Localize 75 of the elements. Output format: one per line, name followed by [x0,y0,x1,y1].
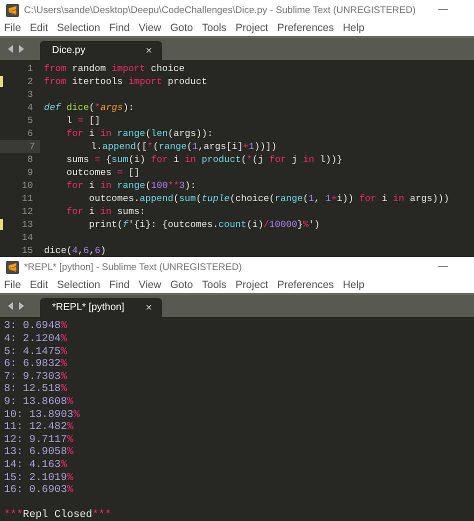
menu-item[interactable]: Selection [57,22,100,34]
code-line: outcomes = [] [66,167,140,178]
file-tab[interactable]: *REPL* [python] × [40,298,162,318]
output-line: 11: 12.482% [4,421,74,434]
code-line: l.append([*(range(1,args[i]+1))]) [90,141,277,152]
output-line: 13: 6.9058% [4,446,74,458]
menu-item[interactable]: View [138,279,162,292]
code-line: for i in sums: [66,206,146,217]
navigation-arrows-icon[interactable] [8,45,24,53]
line-number: 8 [27,154,33,165]
line-number: 4 [27,102,33,113]
app-logo-icon [6,260,19,274]
line-number: 12 [22,206,33,217]
code-line: sums = {sum(i) for i in product(*(j for j in l))} [66,154,342,165]
code-line: l = [] [66,115,100,126]
menu-item[interactable]: Goto [170,22,193,34]
window-title: C:\Users\sande\Desktop\Deepu\CodeChallenges\Dice.py - Sublime Text (UNREGISTERED) [24,4,417,16]
menu-item[interactable]: Tools [202,279,227,292]
minimize-icon[interactable] [438,9,448,11]
menu-item[interactable]: Help [342,279,364,292]
line-number: 2 [27,76,33,87]
menu-item[interactable]: Edit [30,279,48,292]
line-number: 7 [29,141,35,152]
menu-item[interactable]: Preferences [277,279,334,292]
menu-item[interactable]: Tools [202,22,227,34]
line-number: 14 [22,232,33,243]
close-tab-button[interactable]: × [146,302,152,314]
line-number: 15 [22,245,33,256]
minimize-icon[interactable] [438,266,448,268]
output-line: 14: 4.163% [4,458,68,471]
menu-item[interactable]: Goto [170,279,193,292]
line-number: 11 [22,193,33,204]
line-number: 5 [27,115,33,126]
menu-item[interactable]: File [4,22,21,34]
code-line: from itertools import product [44,76,208,87]
menu-item[interactable]: Edit [30,22,48,34]
line-number: 9 [27,167,33,178]
code-line: for i in range(len(args)): [66,128,213,139]
output-line: 12: 9.7117% [4,434,74,446]
line-number: 6 [27,128,33,139]
menu-item[interactable]: View [138,22,162,34]
menu-item[interactable]: Project [236,22,268,34]
line-number: 3 [27,89,33,100]
output-line: 15: 2.1019% [4,472,74,484]
menu-item[interactable]: Find [109,22,130,34]
file-tab[interactable]: Dice.py × [40,41,162,60]
window-title: *REPL* [python] - Sublime Text (UNREGISTERED) [24,262,243,273]
output-line: 5: 4.1475% [4,346,68,358]
code-line: for i in range(100**3): [66,180,196,191]
menu-item[interactable]: File [4,279,21,292]
code-line: print(f'{i}: {outcomes.count(i)/10000}%') [88,219,320,230]
repl-closed-message: ***Repl Closed*** [4,508,112,521]
output-line: 7: 9.7303% [4,370,68,383]
menu-item[interactable]: Find [109,279,130,292]
menu-item[interactable]: Project [236,279,268,292]
line-number: 13 [22,219,33,230]
menu-item[interactable]: Help [342,22,364,34]
output-line: 10: 13.8903% [4,408,80,421]
line-number: 1 [27,63,33,74]
app-logo-icon [6,4,19,16]
output-line: 4: 2.1204% [4,332,68,345]
code-line: def dice(*args): [44,102,134,113]
code-line: dice(4,6,6) [44,245,106,256]
code-line: outcomes.append(sum(tuple(choice(range(1, 1+i)) for i in args))) [88,193,450,204]
output-line: 9: 13.8608% [4,396,74,408]
menu-item[interactable]: Selection [57,279,100,292]
navigation-arrows-icon[interactable] [8,302,24,310]
menu-item[interactable]: Preferences [277,22,334,34]
output-line: 8: 12.518% [4,383,68,396]
line-number: 10 [22,180,33,191]
output-line: 16: 0.6903% [4,484,74,496]
code-line: from random import choice [44,63,185,74]
close-tab-button[interactable]: × [146,44,152,56]
output-line: 3: 0.6948% [4,320,68,332]
output-line: 6: 6.9832% [4,358,68,370]
